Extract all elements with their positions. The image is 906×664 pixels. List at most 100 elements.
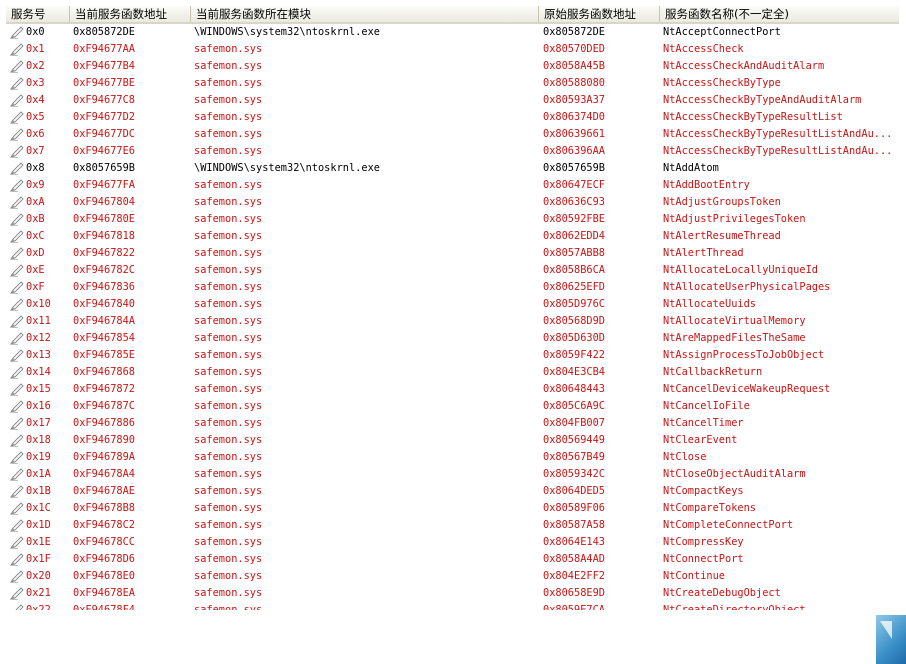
function-name: NtContinue	[663, 570, 725, 582]
table-row[interactable]: 0x8 0x8057659B \WINDOWS\system32\ntoskrnl.…	[6, 160, 899, 177]
current-address: 0xF94678B8	[73, 502, 135, 514]
pencil-icon	[10, 434, 24, 447]
table-row[interactable]: 0x19 0xF946789A safemon.sys 0x80567B49 NtClo…	[6, 449, 899, 466]
table-row[interactable]: 0x1F 0xF94678D6 safemon.sys 0x8058A4AD NtCon…	[6, 551, 899, 568]
table-row[interactable]: 0x17 0xF9467886 safemon.sys 0x804FB007 NtCan…	[6, 415, 899, 432]
function-name: NtAccessCheckByTypeResultListAndAu...	[663, 128, 893, 140]
table-row[interactable]: 0x21 0xF94678EA safemon.sys 0x80658E9D NtCre…	[6, 585, 899, 602]
current-address: 0xF94678E0	[73, 570, 135, 582]
module-path: safemon.sys	[194, 77, 263, 89]
service-index: 0x8	[26, 162, 45, 174]
service-index: 0x17	[26, 417, 51, 429]
pencil-icon	[10, 179, 24, 192]
table-row[interactable]: 0x1 0xF94677AA safemon.sys 0x80570DED NtAcce…	[6, 41, 899, 58]
module-path: safemon.sys	[194, 451, 263, 463]
original-address: 0x80639661	[543, 128, 605, 140]
current-address: 0xF94677B4	[73, 60, 135, 72]
table-row[interactable]: 0xA 0xF9467804 safemon.sys 0x80636C93 NtAdju…	[6, 194, 899, 211]
table-row[interactable]: 0x13 0xF946785E safemon.sys 0x8059F422 NtAss…	[6, 347, 899, 364]
original-address: 0x806374D0	[543, 111, 605, 123]
module-path: safemon.sys	[194, 519, 263, 531]
ssdt-list-view[interactable]: 服务号 当前服务函数地址 当前服务函数所在模块 原始服务函数地址 服务函数名称(…	[6, 6, 899, 610]
column-header-current-address[interactable]: 当前服务函数地址	[70, 6, 191, 22]
table-row[interactable]: 0x11 0xF946784A safemon.sys 0x80568D9D NtAll…	[6, 313, 899, 330]
service-index: 0xC	[26, 230, 45, 242]
original-address: 0x8058A4AD	[543, 553, 605, 565]
table-row[interactable]: 0x18 0xF9467890 safemon.sys 0x80569449 NtCle…	[6, 432, 899, 449]
column-header-module[interactable]: 当前服务函数所在模块	[191, 6, 539, 22]
function-name: NtAccessCheckAndAuditAlarm	[663, 60, 825, 72]
current-address: 0xF9467840	[73, 298, 135, 310]
service-index: 0x4	[26, 94, 45, 106]
table-row[interactable]: 0x6 0xF94677DC safemon.sys 0x80639661 NtAcce…	[6, 126, 899, 143]
module-path: safemon.sys	[194, 60, 263, 72]
table-row[interactable]: 0xB 0xF946780E safemon.sys 0x80592FBE NtAdju…	[6, 211, 899, 228]
table-row[interactable]: 0x0 0x805872DE \WINDOWS\system32\ntoskrnl.…	[6, 24, 899, 41]
table-row[interactable]: 0x20 0xF94678E0 safemon.sys 0x804E2FF2 NtCon…	[6, 568, 899, 585]
table-row[interactable]: 0x1E 0xF94678CC safemon.sys 0x8064E143 NtCom…	[6, 534, 899, 551]
module-path: safemon.sys	[194, 264, 263, 276]
function-name: NtAlertResumeThread	[663, 230, 781, 242]
table-row[interactable]: 0x22 0xF94678F4 safemon.sys 0x8059E7CA NtCre…	[6, 602, 899, 610]
table-row[interactable]: 0x9 0xF94677FA safemon.sys 0x80647ECF NtAddB…	[6, 177, 899, 194]
pencil-icon	[10, 213, 24, 226]
service-index: 0x21	[26, 587, 51, 599]
module-path: safemon.sys	[194, 247, 263, 259]
table-row[interactable]: 0x1A 0xF94678A4 safemon.sys 0x8059342C NtClo…	[6, 466, 899, 483]
column-header-index[interactable]: 服务号	[6, 6, 70, 22]
pencil-icon	[10, 485, 24, 498]
original-address: 0x80569449	[543, 434, 605, 446]
table-row[interactable]: 0x2 0xF94677B4 safemon.sys 0x8058A45B NtAcce…	[6, 58, 899, 75]
table-row[interactable]: 0x1C 0xF94678B8 safemon.sys 0x80589F06 NtCom…	[6, 500, 899, 517]
original-address: 0x80568D9D	[543, 315, 605, 327]
pencil-icon	[10, 128, 24, 141]
module-path: safemon.sys	[194, 468, 263, 480]
service-index: 0x3	[26, 77, 45, 89]
table-row[interactable]: 0x10 0xF9467840 safemon.sys 0x805D976C NtAll…	[6, 296, 899, 313]
service-index: 0x9	[26, 179, 45, 191]
table-row[interactable]: 0xF 0xF9467836 safemon.sys 0x80625EFD NtAllo…	[6, 279, 899, 296]
original-address: 0x8059342C	[543, 468, 605, 480]
current-address: 0x8057659B	[73, 162, 135, 174]
function-name: NtCancelDeviceWakeupRequest	[663, 383, 831, 395]
table-row[interactable]: 0x16 0xF946787C safemon.sys 0x805C6A9C NtCan…	[6, 398, 899, 415]
column-header-function-name[interactable]: 服务函数名称(不一定全)	[660, 6, 899, 22]
table-row[interactable]: 0x15 0xF9467872 safemon.sys 0x80648443 NtCan…	[6, 381, 899, 398]
table-row[interactable]: 0x5 0xF94677D2 safemon.sys 0x806374D0 NtAcce…	[6, 109, 899, 126]
table-row[interactable]: 0x14 0xF9467868 safemon.sys 0x804E3CB4 NtCal…	[6, 364, 899, 381]
pencil-icon	[10, 536, 24, 549]
table-row[interactable]: 0x4 0xF94677C8 safemon.sys 0x80593A37 NtAcce…	[6, 92, 899, 109]
table-row[interactable]: 0x7 0xF94677E6 safemon.sys 0x806396AA NtAcce…	[6, 143, 899, 160]
table-row[interactable]: 0x1B 0xF94678AE safemon.sys 0x8064DED5 NtCom…	[6, 483, 899, 500]
module-path: safemon.sys	[194, 536, 263, 548]
module-path: safemon.sys	[194, 553, 263, 565]
column-header-original-address[interactable]: 原始服务函数地址	[539, 6, 660, 22]
module-path: safemon.sys	[194, 213, 263, 225]
current-address: 0xF9467890	[73, 434, 135, 446]
table-row[interactable]: 0x3 0xF94677BE safemon.sys 0x80588080 NtAcce…	[6, 75, 899, 92]
current-address: 0xF946780E	[73, 213, 135, 225]
module-path: safemon.sys	[194, 417, 263, 429]
table-row[interactable]: 0x1D 0xF94678C2 safemon.sys 0x80587A58 NtCom…	[6, 517, 899, 534]
service-index: 0x13	[26, 349, 51, 361]
service-index: 0x14	[26, 366, 51, 378]
service-index: 0xA	[26, 196, 45, 208]
current-address: 0xF94677E6	[73, 145, 135, 157]
pencil-icon	[10, 94, 24, 107]
service-index: 0x1F	[26, 553, 51, 565]
table-row[interactable]: 0x12 0xF9467854 safemon.sys 0x805D630D NtAre…	[6, 330, 899, 347]
module-path: safemon.sys	[194, 111, 263, 123]
table-row[interactable]: 0xE 0xF946782C safemon.sys 0x8058B6CA NtAllo…	[6, 262, 899, 279]
table-row[interactable]: 0xC 0xF9467818 safemon.sys 0x8062EDD4 NtAler…	[6, 228, 899, 245]
pencil-icon	[10, 604, 24, 610]
current-address: 0xF9467836	[73, 281, 135, 293]
service-index: 0x6	[26, 128, 45, 140]
service-index: 0x1E	[26, 536, 51, 548]
function-name: NtCloseObjectAuditAlarm	[663, 468, 806, 480]
function-name: NtCompressKey	[663, 536, 744, 548]
original-address: 0x805D976C	[543, 298, 605, 310]
table-row[interactable]: 0xD 0xF9467822 safemon.sys 0x8057ABB8 NtAler…	[6, 245, 899, 262]
original-address: 0x8059F422	[543, 349, 605, 361]
current-address: 0xF94677AA	[73, 43, 135, 55]
current-address: 0xF9467822	[73, 247, 135, 259]
